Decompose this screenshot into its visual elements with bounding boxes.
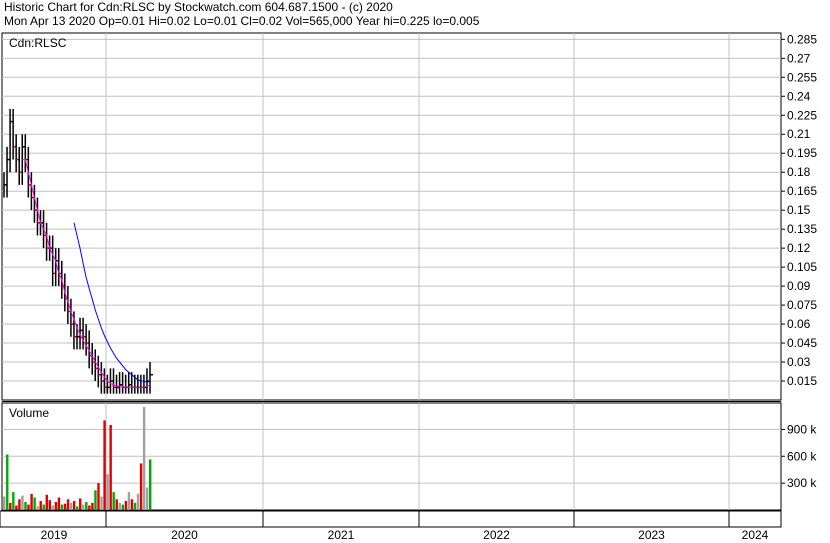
volume-bar bbox=[45, 494, 48, 510]
year-label: 2024 bbox=[742, 528, 769, 542]
price-tick-label: 0.03 bbox=[787, 355, 811, 369]
volume-bar bbox=[112, 492, 115, 510]
volume-bar bbox=[18, 499, 21, 510]
volume-bar bbox=[66, 499, 70, 510]
volume-bar bbox=[54, 501, 58, 510]
volume-bar bbox=[63, 503, 67, 510]
volume-bar bbox=[51, 505, 55, 510]
volume-bar bbox=[15, 505, 18, 510]
ma-long-line bbox=[73, 222, 151, 383]
price-pane-frame bbox=[1, 32, 782, 401]
year-label: 2020 bbox=[171, 528, 198, 542]
price-tick-label: 0.165 bbox=[787, 184, 817, 198]
volume-bar bbox=[33, 497, 36, 510]
volume-bar bbox=[106, 474, 109, 510]
volume-bar bbox=[27, 504, 30, 510]
volume-bar bbox=[121, 504, 125, 510]
volume-pane-label: Volume bbox=[9, 406, 49, 420]
price-tick-label: 0.06 bbox=[787, 317, 811, 331]
price-tick-label: 0.21 bbox=[787, 127, 811, 141]
volume-tick-label: 900 k bbox=[787, 422, 817, 436]
volume-bar bbox=[30, 493, 33, 510]
year-label: 2022 bbox=[483, 528, 510, 542]
volume-bar bbox=[60, 504, 64, 510]
volume-bar bbox=[69, 502, 73, 510]
price-pane-label: Cdn:RLSC bbox=[9, 36, 67, 50]
volume-bar bbox=[142, 407, 146, 510]
volume-tick-label: 600 k bbox=[787, 449, 817, 463]
chart-window: Historic Chart for Cdn:RLSC by Stockwatc… bbox=[0, 0, 830, 543]
price-tick-label: 0.18 bbox=[787, 165, 811, 179]
volume-bar bbox=[57, 497, 61, 510]
price-tick-label: 0.285 bbox=[787, 32, 817, 46]
volume-bar bbox=[82, 504, 85, 510]
price-tick-label: 0.195 bbox=[787, 146, 817, 160]
volume-bar bbox=[124, 501, 128, 510]
volume-bar bbox=[136, 493, 140, 510]
price-tick-label: 0.09 bbox=[787, 279, 811, 293]
volume-bar bbox=[76, 506, 79, 510]
x-axis-bar bbox=[0, 510, 782, 528]
volume-bar bbox=[21, 495, 24, 510]
volume-bar bbox=[24, 501, 27, 510]
volume-bar bbox=[72, 501, 76, 510]
price-tick-label: 0.105 bbox=[787, 260, 817, 274]
price-tick-label: 0.135 bbox=[787, 222, 817, 236]
price-tick-label: 0.15 bbox=[787, 203, 811, 217]
year-label: 2023 bbox=[638, 528, 665, 542]
volume-bar bbox=[3, 496, 6, 510]
year-label: 2019 bbox=[41, 528, 68, 542]
volume-bar bbox=[103, 420, 106, 510]
volume-bar bbox=[115, 499, 118, 510]
volume-bar bbox=[97, 483, 100, 510]
volume-bar bbox=[149, 459, 152, 510]
volume-bar bbox=[85, 501, 88, 510]
year-label: 2021 bbox=[328, 528, 355, 542]
volume-bar bbox=[42, 504, 45, 510]
volume-bar bbox=[91, 502, 94, 510]
price-tick-label: 0.24 bbox=[787, 89, 811, 103]
volume-bar bbox=[100, 496, 103, 510]
volume-bar bbox=[9, 502, 12, 510]
volume-bar bbox=[79, 498, 82, 510]
volume-bar bbox=[139, 463, 143, 510]
price-tick-label: 0.27 bbox=[787, 51, 811, 65]
volume-tick-label: 300 k bbox=[787, 476, 817, 490]
volume-bar bbox=[118, 502, 121, 510]
volume-bar bbox=[88, 505, 91, 510]
price-tick-label: 0.075 bbox=[787, 298, 817, 312]
volume-bar bbox=[36, 506, 39, 510]
price-tick-label: 0.255 bbox=[787, 70, 817, 84]
price-tick-label: 0.12 bbox=[787, 241, 811, 255]
volume-bar bbox=[145, 487, 149, 510]
volume-bar bbox=[39, 501, 42, 510]
volume-bar bbox=[133, 502, 137, 510]
volume-bar bbox=[12, 492, 15, 510]
price-tick-label: 0.015 bbox=[787, 374, 817, 388]
volume-bar bbox=[109, 424, 112, 510]
volume-bar bbox=[130, 499, 134, 510]
volume-bar bbox=[94, 490, 97, 510]
volume-bar bbox=[127, 492, 131, 510]
stock-chart: 0.285 0.27 0.255 0.24 0.225 0.21 0.195 0.18 0.16… bbox=[0, 32, 817, 542]
price-tick-label: 0.225 bbox=[787, 108, 817, 122]
price-tick-label: 0.045 bbox=[787, 336, 817, 350]
volume-bar bbox=[6, 454, 9, 510]
volume-bar bbox=[48, 500, 52, 510]
